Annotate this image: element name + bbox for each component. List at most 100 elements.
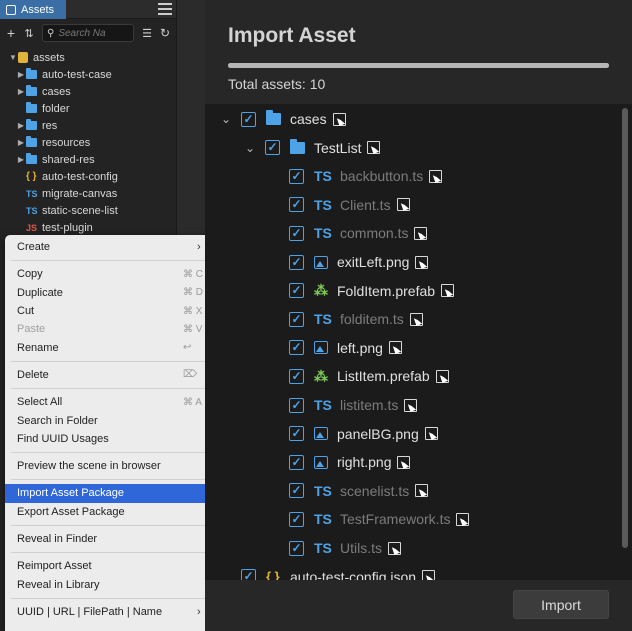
checkbox[interactable]: ✓ [289,454,304,470]
menu-item-copy[interactable]: Copy ⌘ C [5,265,212,283]
menu-item-rename[interactable]: Rename ↩ [5,338,212,356]
checkbox[interactable]: ✓ [289,368,304,384]
locate-icon[interactable] [396,198,410,212]
menu-item-search-in-folder[interactable]: Search in Folder [5,411,212,429]
file-row[interactable]: ✓ TS TestFramework.ts [289,508,470,530]
checkbox[interactable]: ✓ [289,426,304,442]
tree-item-assets[interactable]: ▼ assets [0,49,176,66]
checkbox[interactable]: ✓ [289,225,304,241]
menu-item-select-all[interactable]: Select All ⌘ A [5,393,212,411]
tree-item-cases[interactable]: ▶ cases [0,83,176,100]
locate-icon[interactable] [414,226,428,240]
chevron-right-icon[interactable]: ▶ [16,138,26,147]
menu-item-delete[interactable]: Delete ⌦ [5,366,212,384]
tree-item-static-scene-list[interactable]: TS static-scene-list [0,202,176,219]
tree-item-auto-test-config[interactable]: { } auto-test-config [0,168,176,185]
tree-item-auto-test-case[interactable]: ▶ auto-test-case [0,66,176,83]
chevron-right-icon[interactable]: ▶ [16,121,26,130]
menu-item-import-asset-package[interactable]: Import Asset Package [5,484,212,503]
file-row[interactable]: ✓ right.png [289,451,411,473]
assets-tab[interactable]: Assets [0,0,66,19]
checkbox[interactable]: ✓ [241,111,256,127]
add-icon[interactable]: + [4,25,18,41]
chevron-right-icon[interactable]: ▶ [16,70,26,79]
locate-icon[interactable] [435,369,449,383]
file-row-testlist[interactable]: ⌄ ✓ TestList [243,137,381,159]
menu-item-create[interactable]: Create › [5,238,212,256]
checkbox[interactable]: ✓ [289,483,304,499]
checkbox[interactable]: ✓ [289,168,304,184]
locate-icon[interactable] [441,284,455,298]
menu-item-reveal-in-finder[interactable]: Reveal in Finder [5,530,212,548]
tree-item-label: migrate-canvas [42,187,118,200]
chevron-right-icon[interactable]: ▶ [16,155,26,164]
menu-item-find-uuid-usages[interactable]: Find UUID Usages [5,430,212,448]
chevron-down-icon[interactable]: ⌄ [243,141,257,155]
checkbox[interactable]: ✓ [289,397,304,413]
list-view-icon[interactable]: ☰ [140,27,154,40]
refresh-icon[interactable]: ↻ [158,26,172,40]
locate-icon[interactable] [456,512,470,526]
locate-icon[interactable] [404,398,418,412]
menu-item-reimport-asset[interactable]: Reimport Asset [5,557,212,575]
file-row[interactable]: ✓ ⁂ FoldItem.prefab [289,280,455,302]
import-button[interactable]: Import [513,590,609,619]
checkbox[interactable]: ✓ [265,140,280,156]
scrollbar[interactable] [622,108,628,548]
file-row[interactable]: ✓ TS scenelist.ts [289,480,429,502]
file-row[interactable]: ✓ TS backbutton.ts [289,165,443,187]
checkbox[interactable]: ✓ [289,540,304,556]
menu-item-uuid-url-filepath-name[interactable]: UUID | URL | FilePath | Name › [5,603,212,621]
checkbox[interactable]: ✓ [289,283,304,299]
sort-icon[interactable]: ⇅ [22,27,36,40]
file-row[interactable]: ✓ TS Client.ts [289,194,410,216]
file-row[interactable]: ✓ TS common.ts [289,222,428,244]
chevron-down-icon[interactable]: ⌄ [219,112,233,126]
file-row[interactable]: ✓ TS Utils.ts [289,537,401,559]
tree-item-shared-res[interactable]: ▶ shared-res [0,151,176,168]
tree-item-migrate-canvas[interactable]: TS migrate-canvas [0,185,176,202]
locate-icon[interactable] [397,455,411,469]
locate-icon[interactable] [332,112,346,126]
locate-icon[interactable] [388,341,402,355]
checkbox[interactable]: ✓ [289,511,304,527]
locate-icon[interactable] [388,541,401,555]
menu-separator [11,597,206,599]
locate-icon[interactable] [429,169,443,183]
file-row[interactable]: ✓ exitLeft.png [289,251,429,273]
checkbox[interactable]: ✓ [289,197,304,213]
menu-item-preview-scene[interactable]: Preview the scene in browser [5,457,212,475]
menu-item-export-asset-package[interactable]: Export Asset Package [5,503,212,521]
file-row[interactable]: ✓ ⁂ ListItem.prefab [289,365,449,387]
file-row-auto-test-config[interactable]: ✓ { } auto-test-config.json [241,566,436,580]
menu-item-cut[interactable]: Cut ⌘ X [5,302,212,320]
menu-shortcut: ↩ [183,342,192,354]
checkbox[interactable]: ✓ [289,311,304,327]
tree-item-test-plugin[interactable]: JS test-plugin [0,219,176,236]
locate-icon[interactable] [367,141,381,155]
locate-icon[interactable] [415,484,429,498]
file-row[interactable]: ✓ panelBG.png [289,423,438,445]
file-row[interactable]: ✓ left.png [289,337,402,359]
chevron-down-icon[interactable]: ▼ [8,53,18,62]
search-input[interactable] [58,27,119,39]
tree-item-resources[interactable]: ▶ resources [0,134,176,151]
checkbox[interactable]: ✓ [241,569,256,580]
menu-item-duplicate[interactable]: Duplicate ⌘ D [5,284,212,302]
checkbox[interactable]: ✓ [289,254,304,270]
tree-item-res[interactable]: ▶ res [0,117,176,134]
search-box[interactable]: ⚲ [42,24,134,42]
locate-icon[interactable] [424,427,438,441]
checkbox[interactable]: ✓ [289,340,304,356]
hamburger-menu-icon[interactable] [158,3,172,16]
file-row-cases[interactable]: ⌄ ✓ cases [219,108,346,130]
menu-item-label: Paste [17,323,46,336]
file-row[interactable]: ✓ TS folditem.ts [289,308,423,330]
locate-icon[interactable] [422,570,436,580]
tree-item-folder[interactable]: folder [0,100,176,117]
chevron-right-icon[interactable]: ▶ [16,87,26,96]
file-row[interactable]: ✓ TS listitem.ts [289,394,418,416]
menu-item-reveal-in-library[interactable]: Reveal in Library [5,575,212,593]
locate-icon[interactable] [409,312,423,326]
locate-icon[interactable] [415,255,429,269]
